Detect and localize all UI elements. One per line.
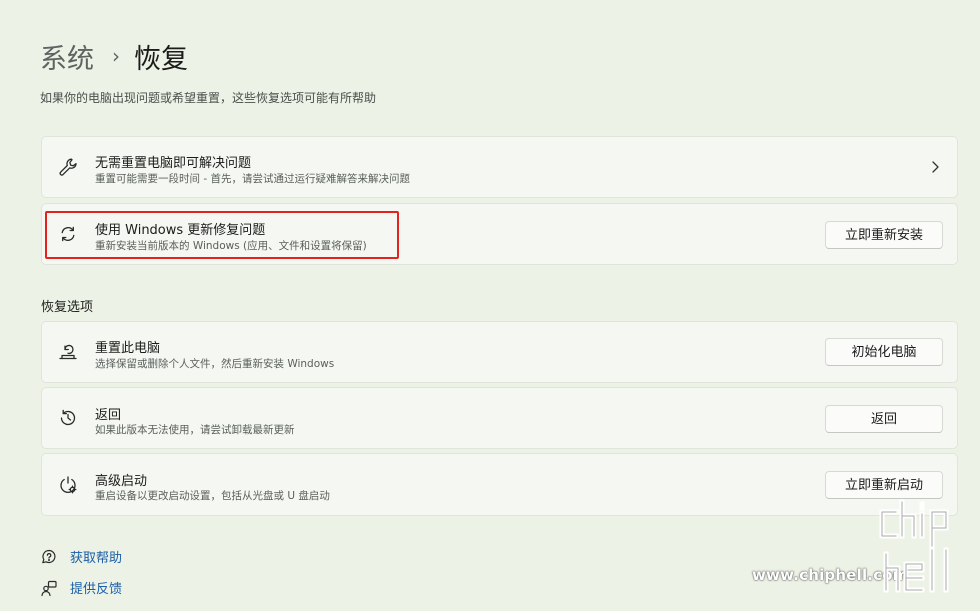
go-back-title: 返回 — [95, 408, 122, 423]
page-description: 如果你的电脑出现问题或希望重置，这些恢复选项可能有所帮助 — [40, 91, 377, 105]
go-back-card: 返回 如果此版本无法使用，请尝试卸载最新更新 返回 — [41, 387, 958, 449]
restart-now-button[interactable]: 立即重新启动 — [825, 471, 943, 499]
advanced-startup-subtitle: 重启设备以更改启动设置，包括从光盘或 U 盘启动 — [95, 490, 330, 502]
troubleshoot-card[interactable]: 无需重置电脑即可解决问题 重置可能需要一段时间 - 首先，请尝试通过运行疑难解答… — [41, 136, 958, 198]
history-icon — [57, 407, 79, 429]
feedback-person-icon — [41, 580, 57, 596]
feedback-label[interactable]: 提供反馈 — [70, 578, 122, 597]
advanced-startup-icon — [57, 474, 79, 496]
page-title: 恢复 — [134, 43, 188, 75]
breadcrumb-chevron-icon: › — [112, 44, 120, 68]
advanced-startup-title: 高级启动 — [95, 474, 148, 489]
troubleshoot-subtitle: 重置可能需要一段时间 - 首先，请尝试通过运行疑难解答来解决问题 — [95, 173, 410, 185]
breadcrumb: 系统 › 恢复 — [40, 36, 188, 76]
get-help-label[interactable]: 获取帮助 — [70, 547, 122, 566]
wrench-icon — [57, 156, 79, 178]
recovery-options-heading: 恢复选项 — [41, 300, 94, 315]
reset-pc-title: 重置此电脑 — [95, 341, 161, 356]
get-help-link[interactable]: 获取帮助 — [40, 547, 122, 566]
reset-pc-icon — [57, 341, 79, 363]
advanced-startup-card: 高级启动 重启设备以更改启动设置，包括从光盘或 U 盘启动 立即重新启动 — [41, 453, 958, 516]
breadcrumb-system-link[interactable]: 系统 — [40, 37, 94, 76]
go-back-subtitle: 如果此版本无法使用，请尝试卸载最新更新 — [95, 424, 295, 436]
chevron-right-icon[interactable] — [929, 159, 941, 175]
troubleshoot-title: 无需重置电脑即可解决问题 — [95, 156, 252, 171]
reset-pc-card: 重置此电脑 选择保留或删除个人文件，然后重新安装 Windows 初始化电脑 — [41, 321, 958, 383]
red-highlight-box — [45, 211, 399, 259]
reset-pc-button[interactable]: 初始化电脑 — [825, 338, 943, 366]
help-chat-icon — [42, 549, 56, 563]
feedback-link[interactable]: 提供反馈 — [40, 578, 122, 597]
reset-pc-subtitle: 选择保留或删除个人文件，然后重新安装 Windows — [95, 358, 335, 370]
chiphell-logo — [879, 499, 949, 593]
reinstall-now-button[interactable]: 立即重新安装 — [825, 221, 943, 249]
go-back-button[interactable]: 返回 — [825, 405, 943, 433]
